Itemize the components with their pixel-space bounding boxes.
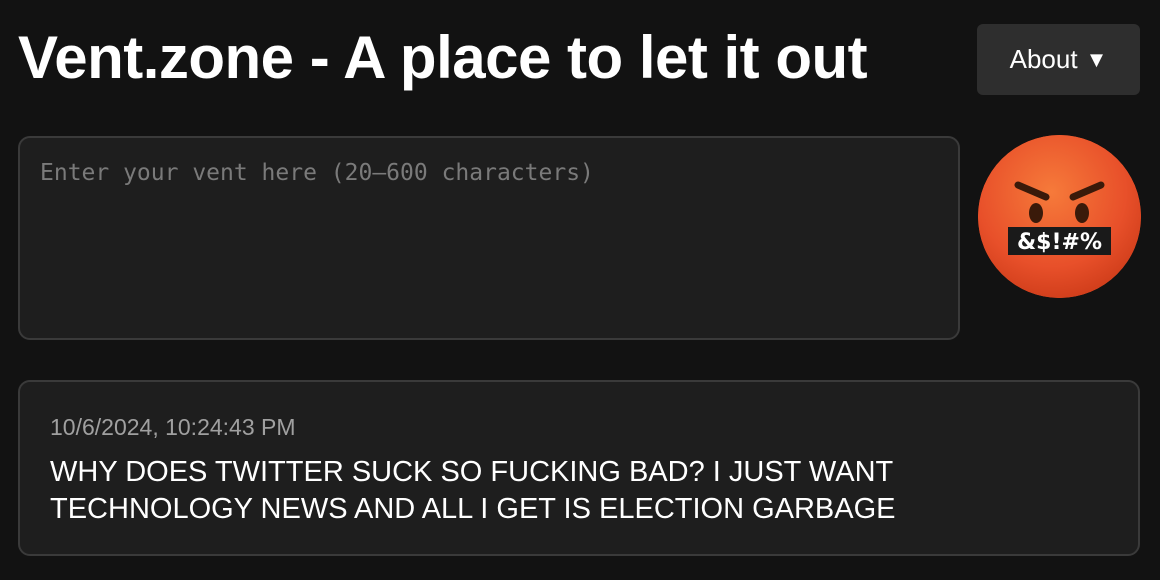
vent-input[interactable] [18, 136, 960, 340]
emoji-symbols: &$!#% [1017, 230, 1102, 255]
post-text: WHY DOES TWITTER SUCK SO FUCKING BAD? I … [50, 456, 896, 525]
about-dropdown-button[interactable]: About ▼ [977, 24, 1140, 95]
caret-down-icon: ▼ [1085, 46, 1108, 72]
submit-vent-button[interactable]: &$!#% [978, 135, 1141, 298]
page: Vent.zone - A place to let it out About … [0, 0, 1160, 580]
face-with-symbols-on-mouth-icon: &$!#% [978, 135, 1141, 298]
vent-post: 10/6/2024, 10:24:43 PM WHY DOES TWITTER … [18, 380, 1140, 556]
page-title: Vent.zone - A place to let it out [18, 24, 868, 91]
about-label: About [1009, 44, 1078, 74]
post-timestamp: 10/6/2024, 10:24:43 PM [50, 414, 296, 440]
